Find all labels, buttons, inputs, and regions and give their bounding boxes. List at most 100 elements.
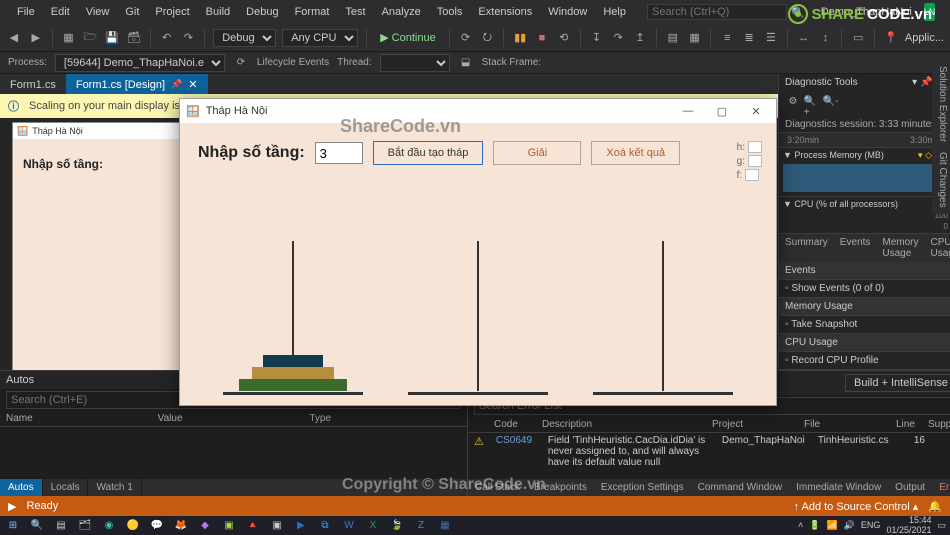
tab-immediate[interactable]: Immediate Window bbox=[789, 479, 888, 496]
rail-solution-explorer[interactable]: Solution Explorer bbox=[934, 66, 948, 142]
menu-edit[interactable]: Edit bbox=[44, 3, 77, 21]
tray-lang[interactable]: ENG bbox=[861, 520, 881, 530]
col-desc[interactable]: Description bbox=[542, 419, 712, 430]
diag-snapshot[interactable]: ◦ Take Snapshot bbox=[779, 316, 950, 334]
nav-back-icon[interactable]: ◀ bbox=[6, 30, 22, 46]
menu-debug[interactable]: Debug bbox=[239, 3, 285, 21]
step-into-icon[interactable]: ↧ bbox=[589, 30, 605, 46]
menu-view[interactable]: View bbox=[79, 3, 117, 21]
align-right-icon[interactable]: ☰ bbox=[763, 30, 779, 46]
menu-build[interactable]: Build bbox=[199, 3, 237, 21]
solve-button[interactable]: Giải bbox=[493, 141, 581, 165]
messenger-icon[interactable]: 💬 bbox=[148, 518, 166, 532]
pycharm-icon[interactable]: ▣ bbox=[220, 518, 238, 532]
stop-icon[interactable]: ■ bbox=[534, 30, 550, 46]
menu-test[interactable]: Test bbox=[338, 3, 372, 21]
app-minimize-icon[interactable]: — bbox=[674, 105, 702, 117]
diag-record-cpu[interactable]: ◦ Record CPU Profile bbox=[779, 352, 950, 370]
config-select[interactable]: Debug bbox=[213, 29, 276, 47]
menu-help[interactable]: Help bbox=[596, 3, 633, 21]
tab-output[interactable]: Output bbox=[888, 479, 932, 496]
col-state[interactable]: Suppression State bbox=[928, 419, 950, 430]
save-icon[interactable]: 💾 bbox=[104, 30, 120, 46]
search-taskbar-icon[interactable]: 🔍 bbox=[28, 518, 46, 532]
designer-form-preview[interactable]: 🪟Tháp Hà Nội Nhập số tầng: bbox=[12, 122, 180, 390]
step-out-icon[interactable]: ↥ bbox=[632, 30, 648, 46]
powershell-icon[interactable]: ▶ bbox=[292, 518, 310, 532]
menu-analyze[interactable]: Analyze bbox=[375, 3, 428, 21]
sync-icon[interactable]: ⭮ bbox=[479, 30, 495, 46]
firefox-icon[interactable]: 🦊 bbox=[172, 518, 190, 532]
tab-locals[interactable]: Locals bbox=[43, 479, 89, 496]
menu-file[interactable]: File bbox=[10, 3, 42, 21]
diag-tab-memory[interactable]: Memory Usage bbox=[876, 234, 924, 262]
chrome-icon[interactable]: 🟡 bbox=[124, 518, 142, 532]
process-select[interactable]: [59644] Demo_ThapHaNoi.exe bbox=[55, 54, 225, 72]
diag-select-icon[interactable]: ⚙ bbox=[785, 93, 801, 109]
diag-tab-cpu[interactable]: CPU Usage bbox=[925, 234, 950, 262]
start-menu-icon[interactable]: ⊞ bbox=[4, 518, 22, 532]
diag-show-events[interactable]: ◦ Show Events (0 of 0) bbox=[779, 280, 950, 298]
menu-project[interactable]: Project bbox=[148, 3, 196, 21]
status-source-control[interactable]: ↑ Add to Source Control ▴ bbox=[794, 500, 919, 513]
tab-breakpoints[interactable]: Breakpoints bbox=[527, 479, 594, 496]
autos-col-value[interactable]: Value bbox=[158, 413, 310, 424]
platform-select[interactable]: Any CPU bbox=[282, 29, 358, 47]
running-app-window[interactable]: 🪟 Tháp Hà Nội — ▢ ✕ Nhập số tầng: Bắt đầ… bbox=[179, 98, 777, 406]
tab-commandwindow[interactable]: Command Window bbox=[691, 479, 789, 496]
undo-icon[interactable]: ↶ bbox=[159, 30, 175, 46]
save-all-icon[interactable]: 🗃 bbox=[126, 30, 142, 46]
app-close-icon[interactable]: ✕ bbox=[742, 105, 770, 118]
diag-tab-events[interactable]: Events bbox=[834, 234, 877, 262]
taskview-icon[interactable]: ▤ bbox=[52, 518, 70, 532]
quick-search-input[interactable] bbox=[647, 4, 787, 20]
continue-button[interactable]: ▶ Continue bbox=[375, 29, 441, 46]
lifecycle-icon[interactable]: ⟳ bbox=[233, 55, 249, 71]
layout-icon[interactable]: ▤ bbox=[665, 30, 681, 46]
pane-dropdown-icon[interactable]: ▾ bbox=[912, 77, 917, 88]
vbox-icon[interactable]: ▦ bbox=[436, 518, 454, 532]
close-tab-icon[interactable]: ✕ bbox=[188, 78, 197, 91]
menu-git[interactable]: Git bbox=[118, 3, 146, 21]
diag-zoom-out-icon[interactable]: 🔍- bbox=[823, 93, 839, 109]
pin-icon[interactable]: 📌 bbox=[171, 79, 182, 90]
col-project[interactable]: Project bbox=[712, 419, 804, 430]
pane-pin-icon[interactable]: 📌 bbox=[920, 77, 932, 88]
tray-time[interactable]: 15:44 bbox=[909, 515, 932, 525]
window-minimize-icon[interactable]: — bbox=[945, 3, 950, 22]
tab-watch1[interactable]: Watch 1 bbox=[88, 479, 141, 496]
diag-tab-summary[interactable]: Summary bbox=[779, 234, 834, 262]
terminal-icon[interactable]: ▣ bbox=[268, 518, 286, 532]
stackframe-icon[interactable]: ⬓ bbox=[458, 55, 474, 71]
menu-window[interactable]: Window bbox=[541, 3, 594, 21]
tab-autos[interactable]: Autos bbox=[0, 479, 43, 496]
pin-icon[interactable]: 📍 bbox=[883, 30, 899, 46]
tray-wifi-icon[interactable]: 📶 bbox=[826, 520, 837, 531]
tab-form1-cs[interactable]: Form1.cs bbox=[0, 75, 66, 94]
menu-format[interactable]: Format bbox=[288, 3, 337, 21]
vs-taskbar-icon[interactable]: ◆ bbox=[196, 518, 214, 532]
search-icon[interactable]: 🔍 bbox=[791, 4, 805, 20]
tab-errorlist[interactable]: Error List bbox=[932, 479, 950, 496]
tray-chevron-icon[interactable]: ˄ bbox=[798, 520, 803, 530]
word-icon[interactable]: W bbox=[340, 518, 358, 532]
menu-extensions[interactable]: Extensions bbox=[471, 3, 539, 21]
grid-icon[interactable]: ▦ bbox=[687, 30, 703, 46]
tray-battery-icon[interactable]: 🔋 bbox=[809, 520, 820, 531]
autos-col-type[interactable]: Type bbox=[309, 413, 461, 424]
floors-input[interactable] bbox=[315, 142, 363, 164]
align-center-icon[interactable]: ≣ bbox=[741, 30, 757, 46]
app-maximize-icon[interactable]: ▢ bbox=[708, 105, 736, 118]
user-badge[interactable]: LN bbox=[924, 3, 936, 21]
autos-col-name[interactable]: Name bbox=[6, 413, 158, 424]
quick-search[interactable] bbox=[647, 4, 787, 20]
align-left-icon[interactable]: ≡ bbox=[719, 30, 735, 46]
memory-chart[interactable]: ▼ Process Memory (MB) ▾ ◇ 17 0 bbox=[779, 148, 950, 197]
vscode-icon[interactable]: ⧉ bbox=[316, 518, 334, 532]
edge-icon[interactable]: ◉ bbox=[100, 518, 118, 532]
open-icon[interactable]: 🗁 bbox=[82, 30, 98, 46]
coccoc-icon[interactable]: 🍃 bbox=[388, 518, 406, 532]
col-line[interactable]: Line bbox=[896, 419, 928, 430]
explorer-icon[interactable]: 🗂 bbox=[76, 518, 94, 532]
pause-icon[interactable]: ▮▮ bbox=[512, 30, 528, 46]
